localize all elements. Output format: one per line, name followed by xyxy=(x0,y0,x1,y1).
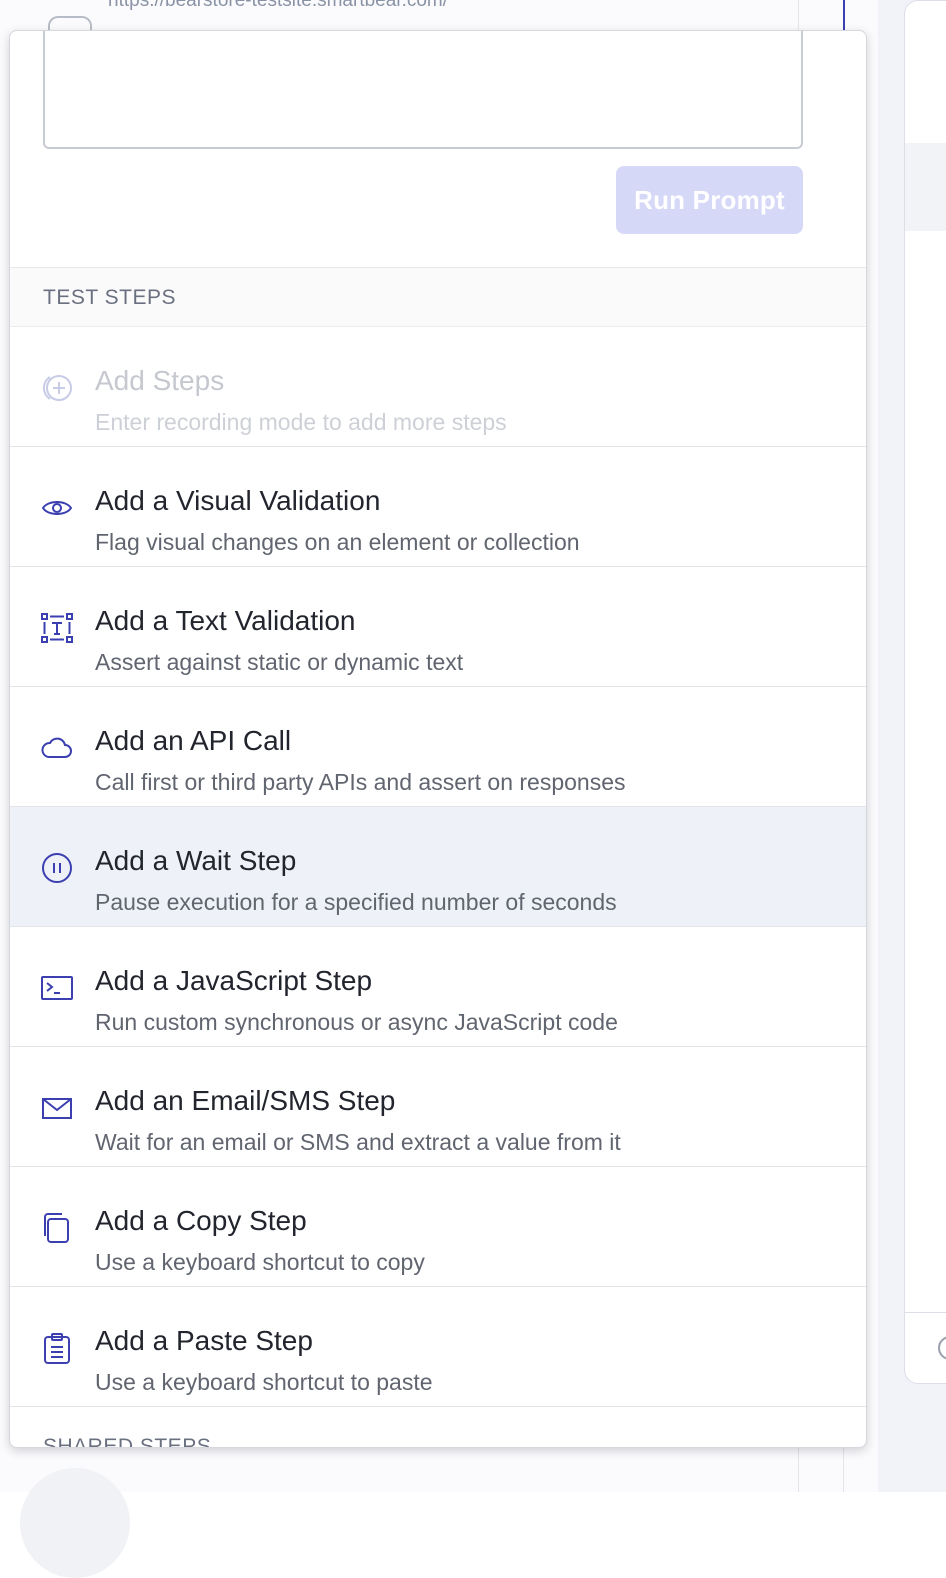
step-title: Add a Copy Step xyxy=(95,1205,307,1236)
step-description: Assert against static or dynamic text xyxy=(95,649,464,675)
bottom-avatar xyxy=(20,1468,130,1578)
mail-icon xyxy=(40,1091,74,1125)
step-description: Wait for an email or SMS and extract a v… xyxy=(95,1129,621,1155)
step-title: Add a Text Validation xyxy=(95,605,356,636)
step-description: Call first or third party APIs and asser… xyxy=(95,769,626,795)
add-step-dropdown-panel: Run Prompt TEST STEPS Add Steps Enter re… xyxy=(9,30,867,1448)
step-add-javascript-step[interactable]: Add a JavaScript Step Run custom synchro… xyxy=(10,927,866,1047)
step-title: Add a Wait Step xyxy=(95,845,297,876)
step-title: Add an API Call xyxy=(95,725,292,756)
right-side-band xyxy=(905,143,946,231)
step-title: Add a JavaScript Step xyxy=(95,965,373,996)
step-add-copy-step[interactable]: Add a Copy Step Use a keyboard shortcut … xyxy=(10,1167,866,1287)
step-add-wait-step[interactable]: Add a Wait Step Pause execution for a sp… xyxy=(10,807,866,927)
step-description: Enter recording mode to add more steps xyxy=(95,409,507,435)
copy-icon xyxy=(40,1211,74,1245)
eye-icon xyxy=(40,491,74,525)
background-url-text: https://bearstore-testsite.smartbear.com… xyxy=(108,0,449,11)
step-description: Use a keyboard shortcut to copy xyxy=(95,1249,425,1275)
right-side-divider xyxy=(905,1312,946,1313)
step-title: Add a Paste Step xyxy=(95,1325,313,1356)
step-add-email-sms-step[interactable]: Add an Email/SMS Step Wait for an email … xyxy=(10,1047,866,1167)
add-circle-icon xyxy=(40,371,74,405)
step-title: Add Steps xyxy=(95,365,225,396)
clipboard-icon xyxy=(40,1331,74,1365)
step-add-api-call[interactable]: Add an API Call Call first or third part… xyxy=(10,687,866,807)
test-steps-header: TEST STEPS xyxy=(10,267,866,327)
test-steps-list: Add Steps Enter recording mode to add mo… xyxy=(10,327,866,1407)
test-steps-header-label: TEST STEPS xyxy=(43,286,176,309)
cloud-icon xyxy=(40,731,74,765)
step-add-paste-step[interactable]: Add a Paste Step Use a keyboard shortcut… xyxy=(10,1287,866,1407)
step-title: Add an Email/SMS Step xyxy=(95,1085,396,1116)
prompt-input[interactable] xyxy=(43,31,803,149)
step-add-steps: Add Steps Enter recording mode to add mo… xyxy=(10,327,866,447)
step-description: Flag visual changes on an element or col… xyxy=(95,529,580,555)
step-description: Pause execution for a specified number o… xyxy=(95,889,617,915)
step-add-text-validation[interactable]: Add a Text Validation Assert against sta… xyxy=(10,567,866,687)
text-select-icon xyxy=(40,611,74,645)
step-title: Add a Visual Validation xyxy=(95,485,381,516)
run-prompt-button[interactable]: Run Prompt xyxy=(616,166,803,234)
shared-steps-header: SHARED STEPS xyxy=(43,1435,212,1448)
background-accent-bar xyxy=(843,0,845,30)
step-add-visual-validation[interactable]: Add a Visual Validation Flag visual chan… xyxy=(10,447,866,567)
step-description: Run custom synchronous or async JavaScri… xyxy=(95,1009,618,1035)
terminal-icon xyxy=(40,971,74,1005)
step-description: Use a keyboard shortcut to paste xyxy=(95,1369,433,1395)
pause-circle-icon xyxy=(40,851,74,885)
